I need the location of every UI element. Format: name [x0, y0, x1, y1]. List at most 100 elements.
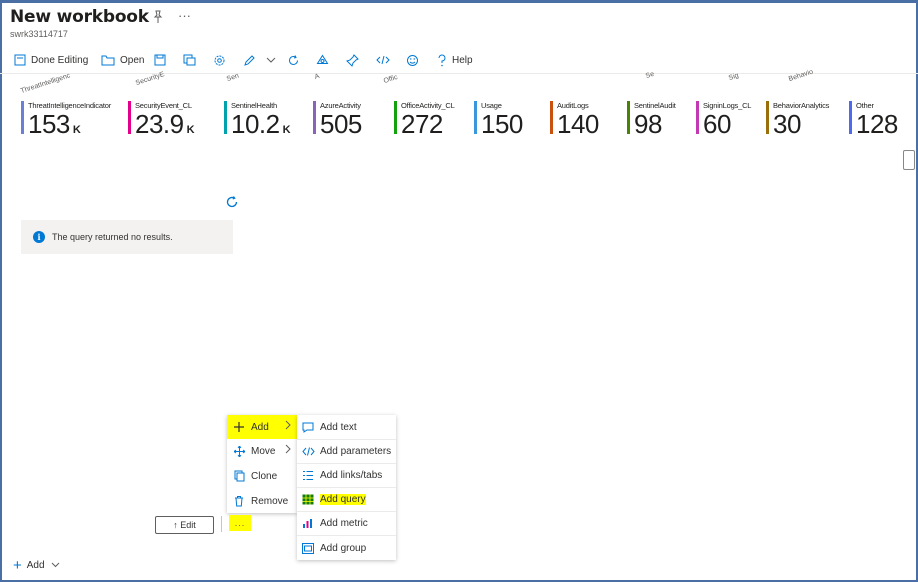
menu-item-remove[interactable]: Remove	[227, 489, 297, 513]
workbook-id: swrk33114717	[10, 29, 68, 39]
tile-color-bar	[394, 101, 397, 134]
info-icon: i	[33, 231, 45, 243]
tile-color-bar	[766, 101, 769, 134]
tile-color-bar	[627, 101, 630, 134]
workbook-frame	[0, 0, 918, 582]
open-label: Open	[120, 54, 145, 66]
text-bubble-icon	[301, 422, 315, 433]
save-button[interactable]	[154, 49, 166, 71]
add-workbook-item-button[interactable]: + Add	[13, 556, 60, 574]
refresh-button[interactable]	[287, 49, 300, 71]
pin-button[interactable]	[346, 49, 359, 71]
more-actions-button[interactable]: ...	[229, 515, 251, 531]
tile-unit: K	[282, 124, 291, 136]
tile-value: 128	[856, 109, 898, 140]
chevron-down-icon	[266, 57, 276, 63]
submenu-item-add-text[interactable]: Add text	[297, 415, 396, 439]
done-editing-button[interactable]: Done Editing	[14, 49, 88, 71]
tile-value: 150	[481, 109, 523, 140]
palette-icon	[316, 54, 329, 64]
tile-color-bar	[849, 101, 852, 134]
submenu-item-add-parameters[interactable]: Add parameters	[297, 439, 396, 463]
tile-color-bar	[474, 101, 477, 134]
clone-icon	[232, 470, 246, 482]
tile-color-bar	[128, 101, 131, 134]
add-label: Add	[26, 560, 45, 571]
code-icon	[301, 446, 315, 457]
help-label: Help	[452, 54, 473, 66]
submenu-item-label: Add links/tabs	[320, 469, 383, 481]
tile-value: 505	[320, 109, 362, 140]
chevron-down-icon	[51, 560, 60, 571]
help-button[interactable]: Help	[437, 49, 473, 71]
move-icon	[232, 445, 246, 457]
done-editing-label: Done Editing	[31, 54, 89, 66]
button-divider	[221, 516, 222, 532]
code-button[interactable]	[376, 49, 390, 71]
tile-unit: K	[72, 124, 81, 136]
tile-number: 505	[320, 109, 362, 139]
item-context-menu: Add Move Clone Remove	[227, 415, 297, 513]
tile-value: 153 K	[28, 109, 81, 140]
submenu-item-add-group[interactable]: Add group	[297, 536, 396, 560]
tile-value: 23.9 K	[135, 109, 195, 140]
tile-number: 10.2	[231, 109, 280, 139]
customize-button[interactable]	[316, 49, 329, 71]
feedback-button[interactable]	[406, 49, 419, 71]
tile-number: 30	[773, 109, 801, 139]
group-icon	[301, 542, 315, 554]
smiley-icon	[407, 54, 418, 66]
tile-value: 30	[773, 109, 801, 140]
tile-value: 10.2 K	[231, 109, 291, 140]
pin-icon[interactable]	[152, 10, 164, 24]
save-icon	[154, 54, 166, 66]
side-panel-handle[interactable]	[903, 150, 915, 170]
open-button[interactable]: Open	[101, 49, 144, 71]
tile-unit: K	[186, 124, 195, 136]
pin-toolbar-icon	[346, 53, 359, 67]
pencil-icon	[244, 54, 255, 66]
refresh-icon	[289, 54, 298, 65]
tile-number: 150	[481, 109, 523, 139]
tile-number: 128	[856, 109, 898, 139]
no-results-text: The query returned no results.	[52, 232, 173, 242]
menu-item-label: Remove	[251, 495, 289, 507]
toolbar-divider	[0, 73, 918, 74]
tile-value: 98	[634, 109, 662, 140]
tile-number: 23.9	[135, 109, 184, 139]
plus-icon: +	[13, 556, 22, 574]
loading-spinner-icon	[226, 196, 238, 208]
tile-number: 140	[557, 109, 599, 139]
submenu-item-label: Add parameters	[320, 445, 392, 457]
menu-item-label: Add	[251, 421, 269, 433]
submenu-item-add-metric[interactable]: Add metric	[297, 511, 396, 535]
more-options-icon[interactable]: ···	[178, 8, 191, 23]
menu-item-add[interactable]: Add	[227, 415, 297, 439]
submenu-item-label: Add group	[320, 542, 367, 554]
settings-button[interactable]	[213, 49, 226, 71]
menu-item-label: Clone	[251, 470, 278, 482]
done-editing-icon	[14, 54, 26, 66]
tile-color-bar	[21, 101, 24, 134]
page-title: New workbook	[10, 7, 149, 27]
submenu-item-add-links-tabs[interactable]: Add links/tabs	[297, 463, 396, 487]
submenu-item-label: Add query	[320, 493, 366, 505]
menu-item-clone[interactable]: Clone	[227, 464, 297, 488]
edit-button[interactable]	[243, 49, 256, 71]
tile-number: 272	[401, 109, 443, 139]
no-results-message: i The query returned no results.	[21, 220, 233, 254]
tile-value: 140	[557, 109, 599, 140]
tile-color-bar	[696, 101, 699, 134]
trash-icon	[232, 495, 246, 507]
chevron-right-icon	[285, 420, 291, 433]
submenu-item-add-query[interactable]: Add query	[297, 487, 369, 511]
edit-step-button[interactable]: ↑ Edit	[155, 516, 214, 534]
tile-number: 98	[634, 109, 662, 139]
toolbar: Done Editing Open Help	[0, 49, 918, 71]
tile-value: 60	[703, 109, 731, 140]
edit-dropdown-button[interactable]	[266, 49, 276, 71]
menu-item-move[interactable]: Move	[227, 439, 297, 463]
submenu-item-label: Add metric	[320, 517, 368, 529]
list-icon	[301, 470, 315, 481]
save-as-button[interactable]	[183, 49, 196, 71]
